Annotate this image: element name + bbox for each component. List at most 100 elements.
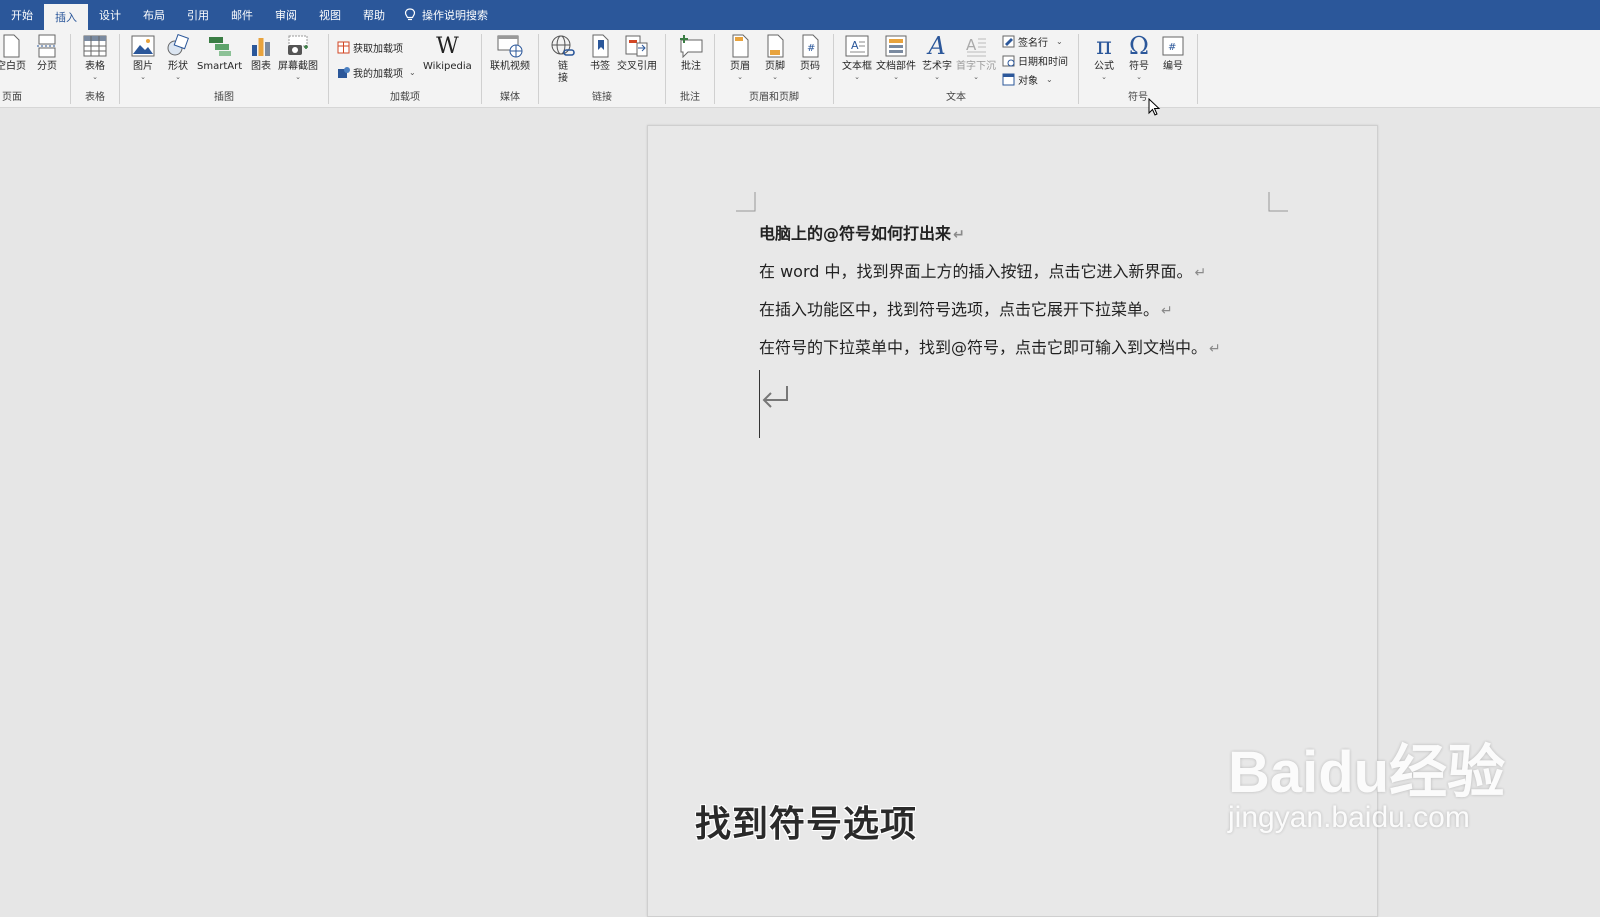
dropcap-button[interactable]: A 首字下沉 ⌄ (956, 33, 996, 81)
blank-page-icon (3, 34, 20, 58)
page-number-button[interactable]: # 页码 ⌄ (797, 33, 823, 81)
margin-corner-mark (1268, 192, 1288, 212)
watermark-brand: Baidu经验 (1228, 740, 1506, 805)
wikipedia-button[interactable]: W Wikipedia (423, 33, 472, 73)
watermark-url: jingyan.baidu.com (1228, 801, 1470, 834)
tab-view[interactable]: 视图 (308, 0, 352, 30)
tab-help[interactable]: 帮助 (352, 0, 396, 30)
textbox-label: 文本框 (842, 61, 872, 72)
tab-insert[interactable]: 插入 (44, 4, 88, 30)
screenshot-button[interactable]: 屏幕截图 ⌄ (278, 33, 318, 81)
smartart-button[interactable]: SmartArt (197, 33, 242, 73)
lightbulb-icon (404, 8, 416, 21)
picture-icon (131, 35, 155, 57)
numbering-button[interactable]: # 编号 (1160, 33, 1186, 73)
blank-page-button[interactable]: 空白页 (0, 33, 26, 73)
mouse-pointer-icon (1148, 98, 1161, 116)
cross-reference-label: 交叉引用 (617, 61, 657, 72)
footer-icon (767, 34, 784, 58)
group-pages: 空白页 分页 页面 (0, 30, 68, 107)
link-button[interactable]: 链 接 (550, 33, 576, 85)
chevron-down-icon: ⌄ (140, 73, 146, 81)
my-addins-label: 我的加载项 (353, 69, 403, 80)
paragraph-mark: ↵ (1194, 265, 1207, 281)
get-addins-button[interactable]: 获取加载项 (337, 40, 403, 55)
group-media: 联机视频 媒体 (482, 30, 538, 107)
header-button[interactable]: 页眉 ⌄ (727, 33, 753, 81)
chevron-down-icon: ⌄ (295, 73, 301, 81)
chevron-down-icon: ⌄ (1056, 37, 1063, 46)
tab-mailings[interactable]: 邮件 (220, 0, 264, 30)
tab-home[interactable]: 开始 (0, 0, 44, 30)
chevron-down-icon: ⌄ (1101, 73, 1107, 81)
group-addins-label: 加载项 (390, 92, 420, 103)
group-comments: 批注 批注 (666, 30, 714, 107)
object-icon (1002, 73, 1015, 86)
footer-label: 页脚 (765, 61, 785, 72)
tab-references[interactable]: 引用 (176, 0, 220, 30)
header-label: 页眉 (730, 61, 750, 72)
tab-review[interactable]: 审阅 (264, 0, 308, 30)
shapes-button[interactable]: 形状 ⌄ (165, 33, 191, 81)
paragraph-mark: ↵ (953, 227, 965, 243)
document-paragraph[interactable]: 在插入功能区中，找到符号选项，点击它展开下拉菜单。 ↵ (759, 296, 1173, 320)
object-label: 对象 (1018, 76, 1038, 87)
chevron-down-icon: ⌄ (854, 73, 860, 81)
wordart-label: 艺术字 (922, 61, 952, 72)
my-addins-button[interactable]: 我的加载项 ⌄ (337, 65, 416, 80)
globe-link-icon (551, 35, 575, 56)
quick-parts-label: 文档部件 (876, 61, 916, 72)
pi-icon: π (1096, 32, 1112, 60)
chevron-down-icon: ⌄ (973, 73, 979, 81)
page-break-label: 分页 (37, 61, 57, 72)
quick-parts-button[interactable]: 文档部件 ⌄ (876, 33, 916, 81)
group-illustrations: 图片 ⌄ 形状 ⌄ SmartArt 图表 屏幕截图 ⌄ 插图 (120, 30, 328, 107)
get-addins-label: 获取加载项 (353, 44, 403, 55)
group-text: A 文本框 ⌄ 文档部件 ⌄ A 艺术字 ⌄ A 首字下沉 ⌄ 签名行 ⌄ 日期… (834, 30, 1078, 107)
table-icon (83, 35, 107, 57)
link-label: 链 (558, 61, 568, 72)
comment-button[interactable]: 批注 (678, 33, 704, 73)
online-video-button[interactable]: 联机视频 (490, 33, 530, 73)
cross-reference-button[interactable]: 交叉引用 (617, 33, 657, 73)
quick-parts-icon (885, 35, 907, 57)
date-time-button[interactable]: 日期和时间 (1002, 53, 1068, 68)
shapes-label: 形状 (168, 61, 188, 72)
document-paragraph[interactable]: 在 word 中，找到界面上方的插入按钮，点击它进入新界面。 ↵ (759, 258, 1206, 282)
online-video-label: 联机视频 (490, 61, 530, 72)
tab-layout[interactable]: 布局 (132, 0, 176, 30)
baidu-watermark: Baidu经验 jingyan.baidu.com (1228, 725, 1505, 835)
equation-button[interactable]: π 公式 ⌄ (1091, 32, 1117, 81)
chevron-down-icon: ⌄ (807, 73, 813, 81)
bookmark-label: 书签 (590, 61, 610, 72)
textbox-button[interactable]: A 文本框 ⌄ (842, 33, 872, 81)
tell-me-search[interactable]: 操作说明搜索 (404, 0, 488, 30)
paragraph-mark: ↵ (1161, 303, 1173, 319)
group-separator (1197, 34, 1198, 104)
chart-label: 图表 (251, 61, 271, 72)
chart-button[interactable]: 图表 (248, 33, 274, 73)
page-break-button[interactable]: 分页 (34, 33, 60, 73)
cross-reference-icon (625, 35, 648, 57)
chevron-down-icon: ⌄ (175, 73, 181, 81)
document-title-text: 电脑上的@符号如何打出来 (759, 224, 952, 243)
date-time-label: 日期和时间 (1018, 57, 1068, 68)
tab-design[interactable]: 设计 (88, 0, 132, 30)
object-button[interactable]: 对象 ⌄ (1002, 72, 1053, 87)
footer-button[interactable]: 页脚 ⌄ (762, 33, 788, 81)
document-paragraph[interactable]: 在符号的下拉菜单中，找到@符号，点击它即可输入到文档中。 ↵ (759, 334, 1221, 358)
wordart-button[interactable]: A 艺术字 ⌄ (922, 32, 952, 81)
document-title[interactable]: 电脑上的@符号如何打出来 ↵ (759, 220, 965, 244)
screenshot-label: 屏幕截图 (278, 61, 318, 72)
signature-line-button[interactable]: 签名行 ⌄ (1002, 34, 1063, 49)
bookmark-button[interactable]: 书签 (587, 33, 613, 73)
symbol-button[interactable]: Ω 符号 ⌄ (1126, 32, 1152, 81)
link-label-2: 接 (558, 73, 568, 84)
ribbon-insert: 空白页 分页 页面 表格 ⌄ 表格 图片 ⌄ 形状 ⌄ SmartArt 图表 … (0, 30, 1600, 108)
calendar-icon (1002, 55, 1015, 67)
document-paragraph-text: 在插入功能区中，找到符号选项，点击它展开下拉菜单。 (759, 300, 1160, 319)
header-icon (732, 34, 749, 58)
table-button[interactable]: 表格 ⌄ (82, 33, 108, 81)
ribbon-tab-bar: 开始 插入 设计 布局 引用 邮件 审阅 视图 帮助 操作说明搜索 (0, 0, 1600, 30)
picture-button[interactable]: 图片 ⌄ (130, 33, 156, 81)
